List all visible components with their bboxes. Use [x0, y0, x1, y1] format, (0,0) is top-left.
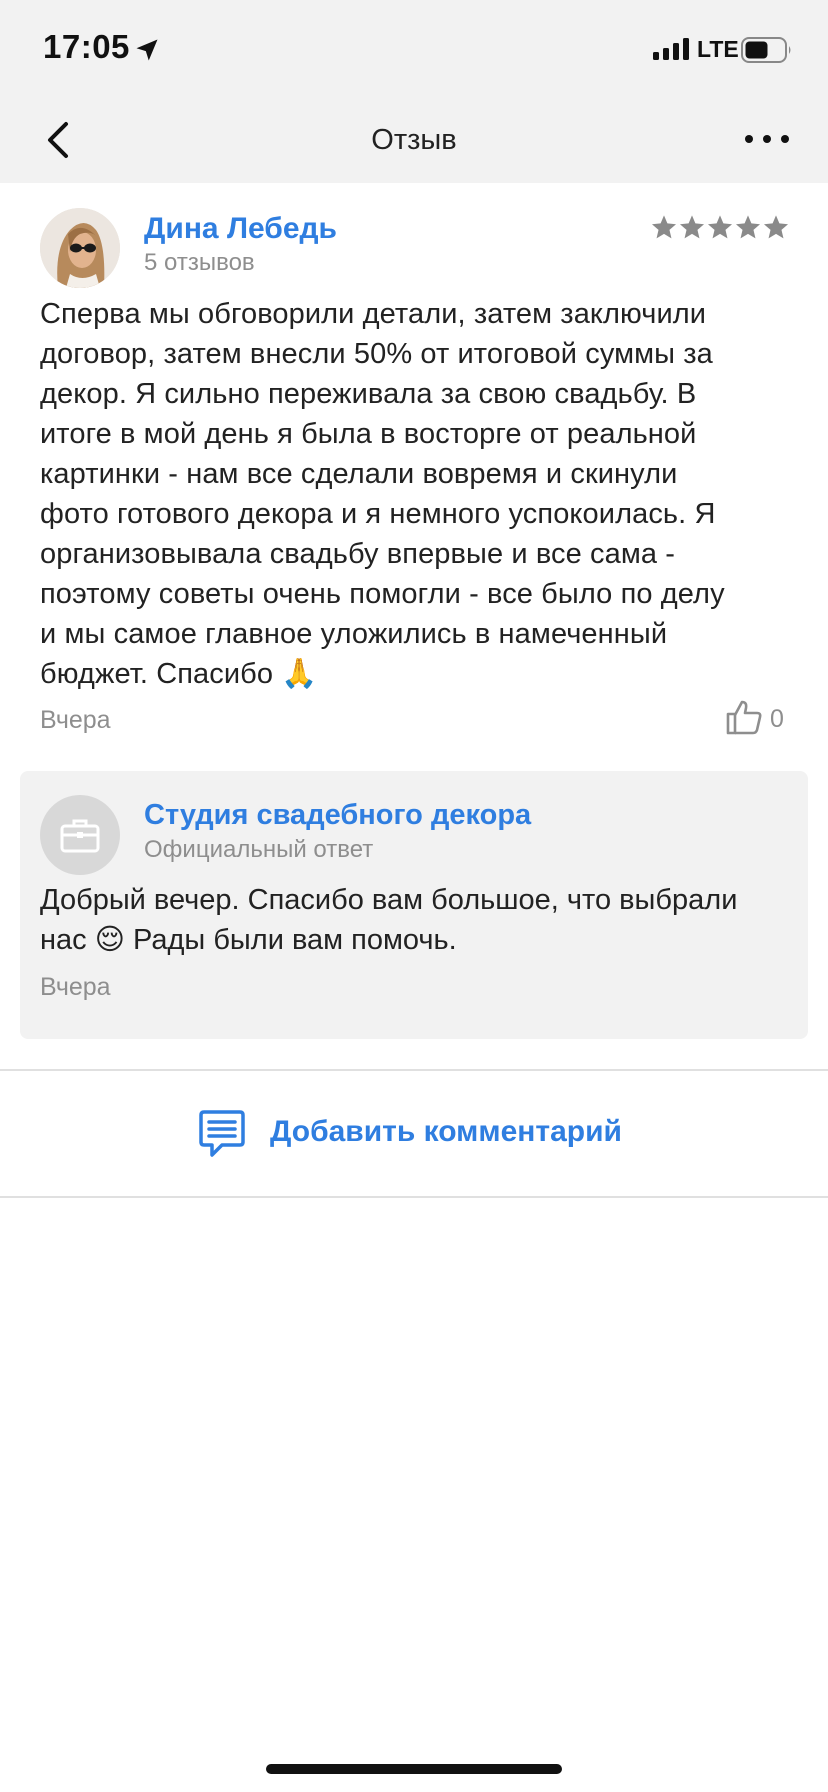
status-time: 17:05	[43, 28, 130, 65]
review-text-line: организовывала свадьбу впервые и все сам…	[40, 538, 676, 570]
review-text-line: итоге в мой день я была в восторге от ре…	[40, 418, 697, 450]
page-title: Отзыв	[371, 124, 457, 156]
top-bar: 17:05 LTE Отзыв	[0, 0, 828, 183]
thumbs-up-icon	[726, 700, 762, 735]
star-icon	[763, 215, 789, 239]
review-text-line: бюджет. Спасибо 🙏	[40, 658, 318, 690]
add-comment-label: Добавить комментарий	[270, 1115, 622, 1148]
reply-text-line: нас 😌 Рады были вам помочь.	[40, 924, 457, 956]
avatar[interactable]	[40, 208, 120, 288]
star-icon	[679, 215, 705, 239]
reply-text: Добрый вечер. Спасибо вам большое, что в…	[40, 880, 800, 960]
review-text-line: поэтому советы очень помогли - все было …	[40, 578, 725, 610]
signal-bars-icon	[653, 38, 689, 60]
review-text-line: фото готового декора и я немного успокои…	[40, 498, 716, 530]
rating-stars	[650, 213, 790, 241]
review-screen: 17:05 LTE Отзыв Дина Лебедь 5 отзывов Сп…	[0, 0, 828, 1792]
divider	[0, 1196, 828, 1198]
like-count: 0	[770, 705, 784, 733]
official-reply: Студия свадебного декора Официальный отв…	[20, 771, 808, 1039]
star-icon	[735, 215, 761, 239]
author-review-count: 5 отзывов	[144, 249, 255, 276]
reply-text-line: Добрый вечер. Спасибо вам большое, что в…	[40, 884, 738, 916]
avatar-photo	[40, 208, 120, 288]
more-options-button[interactable]	[742, 126, 792, 152]
add-comment-button[interactable]: Добавить комментарий	[0, 1071, 828, 1196]
like-button[interactable]: 0	[724, 697, 788, 741]
review-date: Вчера	[40, 706, 111, 734]
author-name[interactable]: Дина Лебедь	[144, 212, 337, 246]
review-text-line: декор. Я сильно переживала за свою свадь…	[40, 378, 697, 410]
review-text-line: договор, затем внесли 50% от итоговой су…	[40, 338, 713, 370]
battery-icon	[741, 37, 791, 63]
company-logo[interactable]	[40, 795, 120, 875]
review-text-line: картинки - нам все сделали вовремя и ски…	[40, 458, 678, 490]
review-text: Сперва мы обговорили детали, затем заклю…	[40, 294, 795, 694]
star-icon	[651, 215, 677, 239]
home-indicator[interactable]	[266, 1764, 562, 1774]
reply-date: Вчера	[40, 973, 111, 1001]
review-text-line: Сперва мы обговорили детали, затем заклю…	[40, 298, 707, 330]
star-icon	[707, 215, 733, 239]
briefcase-icon	[60, 819, 100, 853]
network-type: LTE	[697, 36, 739, 62]
location-arrow-icon	[136, 39, 158, 61]
review-text-line: и мы самое главное уложились в намеченны…	[40, 618, 668, 650]
company-name[interactable]: Студия свадебного декора	[144, 799, 531, 832]
official-reply-label: Официальный ответ	[144, 836, 374, 863]
comment-icon	[199, 1110, 245, 1157]
